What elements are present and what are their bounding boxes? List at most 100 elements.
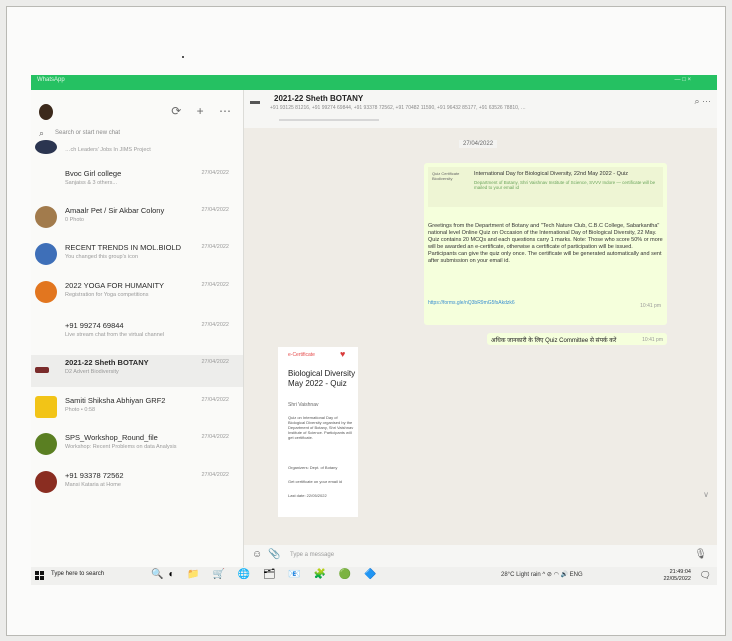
clock-time: 21:49:04 [669,569,691,575]
chat-name: 2021-22 Sheth BOTANY [65,358,149,367]
screenshot-frame: WhatsApp — □ × ⟳ + ⋯ ⌕ Search or start n… [6,6,726,636]
chat-preview: Live stream chat from the virtual channe… [65,332,165,338]
title-bar: WhatsApp — □ × [31,75,717,90]
chat-avatar [35,206,57,228]
chat-list-item[interactable]: Samiti Shiksha Abhiyan GRF2 Photo • 0:58… [31,393,243,425]
chat-preview: 0 Photo [65,217,84,223]
chat-avatar [35,367,49,373]
sidebar-header: ⟳ + ⋯ [31,90,243,124]
message-text: अधिक जानकारी के लिए Quiz Committee से सं… [491,338,617,344]
chat-avatar [35,396,57,418]
chat-preview: …ch Leaders' Jobs In JIMS Project [65,147,151,153]
chat-avatar [35,471,57,493]
chat-time: 27/04/2022 [201,472,229,478]
link-preview-description: Department of Botany, Shri Vaishnav Inst… [474,180,656,190]
chat-list-item[interactable]: +91 93378 72562 Mansi Kataria at Home 27… [31,468,243,500]
chat-list-item[interactable]: Amaalr Pet / Sir Akbar Colony 0 Photo 27… [31,203,243,235]
chat-preview: Photo • 0:58 [65,407,96,413]
chat-name: 2022 YOGA FOR HUMANITY [65,281,165,290]
message-input[interactable]: Type a message [290,552,334,558]
link-preview-thumbnail: Quiz Certificate Biodiversity [432,171,460,181]
message-time: 10:41 pm [642,337,663,343]
message-composer: ☺ 📎 Type a message 🎙 [244,545,717,567]
poster-tag: e-Certificate [288,352,315,358]
chat-list-item[interactable]: SPS_Workshop_Round_file Workshop: Recent… [31,430,243,462]
taskbar-apps-icon[interactable]: 🔍◐ 📁 🛒 🌐 🗂 📧 🧩 🟢 🔷 [151,569,382,580]
link-preview-title: International Day for Biological Diversi… [474,171,628,177]
chat-name: +91 93378 72562 [65,471,124,480]
chat-time: 27/04/2022 [201,322,229,328]
loading-bar [279,119,379,121]
chat-list-item[interactable]: Bvoc Girl college Sanjaiss & 3 others...… [31,166,243,198]
attach-icon[interactable]: 📎 [268,549,280,560]
chat-preview: D2 Advert Biodiversity [65,369,119,375]
chat-time: 27/04/2022 [201,434,229,440]
chat-name: +91 99274 69844 [65,321,124,330]
clock[interactable]: 21:49:04 22/05/2022 [663,569,691,583]
chat-name: SPS_Workshop_Round_file [65,433,158,442]
chat-preview: Registration for Yoga competitions [65,292,149,298]
notification-icon[interactable]: 🗨 [700,570,711,581]
chat-list-item-active[interactable]: 2021-22 Sheth BOTANY D2 Advert Biodivers… [31,355,243,387]
chat-name: Bvoc Girl college [65,169,122,178]
chat-list-item[interactable]: RECENT TRENDS IN MOL.BIOLD You changed t… [31,240,243,272]
search-input[interactable]: Search or start new chat [55,130,120,136]
scroll-down-icon[interactable]: ∨ [703,490,709,499]
poster-text: Quiz on International Day of Biological … [288,415,354,440]
chat-preview: Sanjaiss & 3 others... [65,180,117,186]
image-message[interactable]: e-Certificate ♥ Biological Diversity May… [278,347,358,517]
chat-time: 27/04/2022 [201,359,229,365]
message-text: Greetings from the Department of Botany … [428,223,663,264]
sidebar-actions-icon[interactable]: ⟳ + ⋯ [171,104,237,118]
emoji-icon[interactable]: ☺ [252,549,262,560]
chat-name: RECENT TRENDS IN MOL.BIOLD [65,243,181,252]
chat-time: 27/04/2022 [201,170,229,176]
chat-title: 2021-22 Sheth BOTANY [274,94,364,103]
message-bubble[interactable]: अधिक जानकारी के लिए Quiz Committee से सं… [487,333,667,345]
chat-preview: Mansi Kataria at Home [65,482,121,488]
poster-heading: Biological Diversity May 2022 - Quiz [288,369,356,388]
window-title: WhatsApp [37,77,65,83]
chat-time: 27/04/2022 [201,244,229,250]
poster-by: Shri Vaishnav [288,402,319,408]
message-link[interactable]: https://forms.gle/nQ3bR9mG5fsAkdzk6 [428,300,515,306]
chat-list-item[interactable]: 2022 YOGA FOR HUMANITY Registration for … [31,278,243,310]
poster-row: Organizers: Dept. of Botany [288,465,338,470]
profile-avatar[interactable] [39,104,53,120]
chat-list-item[interactable]: …ch Leaders' Jobs In JIMS Project [31,140,243,164]
cursor-dot [182,56,184,58]
windows-start-icon[interactable] [35,571,45,581]
whatsapp-window: WhatsApp — □ × ⟳ + ⋯ ⌕ Search or start n… [31,75,717,585]
chat-avatar [35,433,57,455]
chat-time: 27/04/2022 [201,282,229,288]
message-bubble[interactable]: Quiz Certificate Biodiversity Internatio… [424,163,667,325]
chat-name: Samiti Shiksha Abhiyan GRF2 [65,396,166,405]
window-controls[interactable]: — □ × [675,77,691,83]
chat-preview: You changed this group's icon [65,254,139,260]
poster-row: Last date: 22/05/2022 [288,493,327,498]
message-time: 10:41 pm [640,303,661,309]
chat-preview: Workshop: Recent Problems on data Analys… [65,444,177,450]
chat-avatar [35,281,57,303]
date-chip: 27/04/2022 [459,140,498,148]
conversation-pane: ▬ 2021-22 Sheth BOTANY +91 93125 81216, … [244,90,717,585]
group-avatar-icon: ▬ [250,96,260,107]
clock-date: 22/05/2022 [663,576,691,582]
heart-icon: ♥ [340,349,346,359]
search-icon: ⌕ [39,128,45,138]
chat-name: Amaalr Pet / Sir Akbar Colony [65,206,165,215]
chat-header[interactable]: ▬ 2021-22 Sheth BOTANY +91 93125 81216, … [244,90,717,128]
search-bar[interactable]: ⌕ Search or start new chat [37,128,233,142]
system-tray[interactable]: 28°C Light rain ^ ⊘ ◠ 🔊 ENG [501,571,583,578]
chat-avatar [35,140,57,154]
chat-avatar [35,243,57,265]
chat-list-sidebar: ⟳ + ⋯ ⌕ Search or start new chat …ch Lea… [31,90,244,585]
windows-taskbar: Type here to search 🔍◐ 📁 🛒 🌐 🗂 📧 🧩 🟢 🔷 2… [31,567,717,585]
link-preview[interactable]: Quiz Certificate Biodiversity Internatio… [428,167,663,207]
chat-time: 27/04/2022 [201,207,229,213]
poster-row: Get certificate on your email id [288,479,343,484]
mic-icon[interactable]: 🎙 [694,549,707,560]
chat-participants: +91 93125 81216, +91 99274 69844, +91 93… [270,105,526,111]
chat-actions-icon[interactable]: ⌕ ⋯ [694,96,711,107]
chat-list-item[interactable]: +91 99274 69844 Live stream chat from th… [31,318,243,350]
